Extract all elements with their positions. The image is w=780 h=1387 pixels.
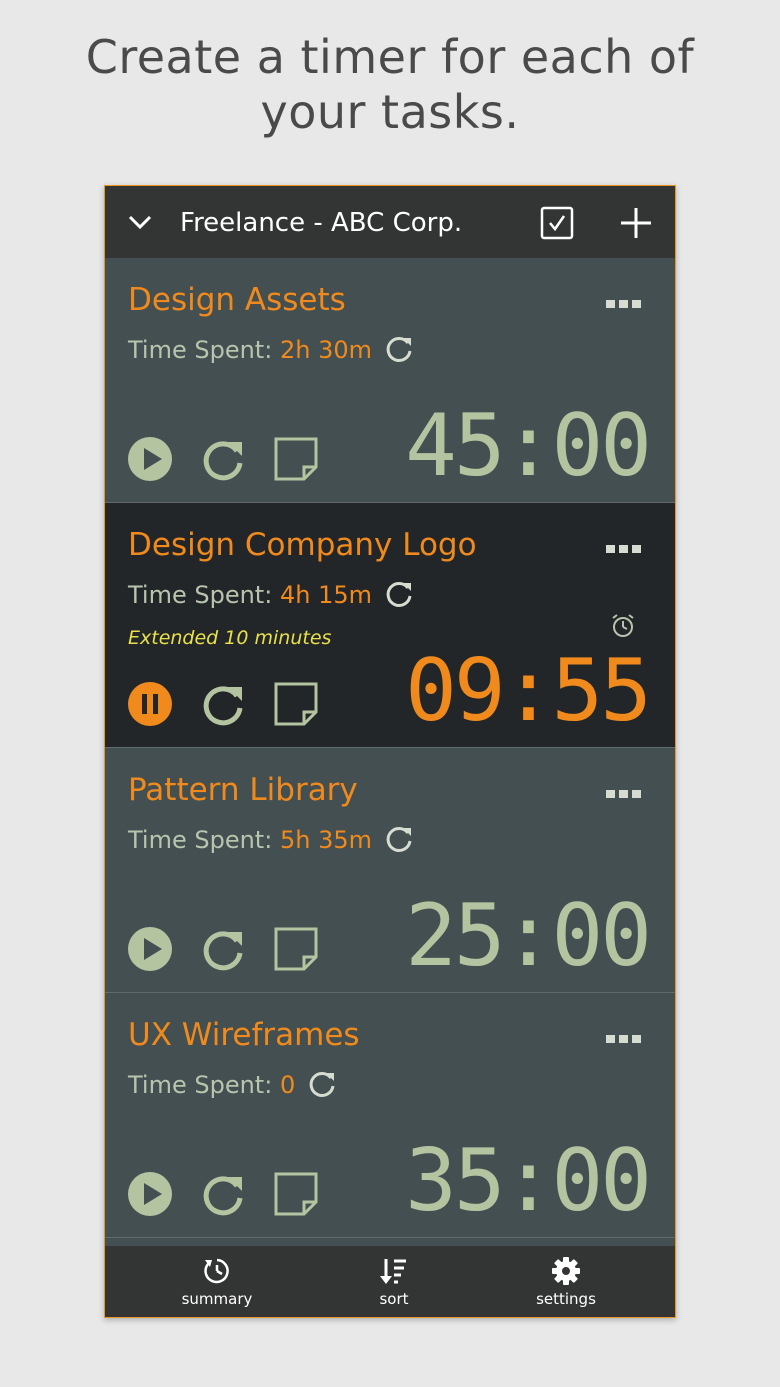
alarm-clock-icon [612,614,634,637]
note-icon[interactable] [273,681,319,727]
top-bar: Freelance - ABC Corp. [105,186,675,258]
time-spent: Time Spent: 4h 15m [128,579,414,611]
timer-display: 35:00 [405,1131,652,1231]
task-card[interactable]: Design Assets Time Spent: 2h 30m 45:00 [105,258,675,503]
restart-icon[interactable] [200,681,246,727]
note-icon[interactable] [273,926,319,972]
note-icon[interactable] [273,1171,319,1217]
nav-summary-label: summary [181,1290,253,1308]
time-spent: Time Spent: 0 [128,1069,337,1101]
project-title[interactable]: Freelance - ABC Corp. [180,206,462,240]
nav-sort-label: sort [379,1290,409,1308]
play-icon[interactable] [127,1171,173,1217]
restart-icon[interactable] [200,436,246,482]
timer-display: 09:55 [405,641,652,741]
note-icon[interactable] [273,436,319,482]
headline: Create a timer for each of your tasks. [0,30,780,140]
nav-sort[interactable]: sort [334,1256,454,1308]
time-spent-label: Time Spent: [128,1071,273,1099]
nav-summary[interactable]: summary [157,1256,277,1308]
task-name[interactable]: UX Wireframes [128,1015,360,1055]
reset-time-icon[interactable] [307,1069,337,1099]
more-icon[interactable] [604,543,644,555]
task-name[interactable]: Pattern Library [128,770,358,810]
clock-icon [204,1258,229,1284]
app-screen: Freelance - ABC Corp. Design Assets Time… [104,185,676,1318]
task-name[interactable]: Design Assets [128,280,346,320]
nav-settings[interactable]: settings [506,1256,626,1308]
task-card[interactable]: UX Wireframes Time Spent: 0 35:00 [105,993,675,1238]
checkbox-icon[interactable] [540,206,574,240]
time-spent-value: 4h 15m [279,581,372,609]
nav-settings-label: settings [536,1290,596,1308]
bottom-nav: summary sort settings [105,1246,675,1317]
time-spent-value: 0 [279,1071,296,1099]
reset-time-icon[interactable] [384,824,414,854]
restart-icon[interactable] [200,926,246,972]
more-icon[interactable] [604,788,644,800]
plus-icon[interactable] [619,206,653,240]
time-spent: Time Spent: 5h 35m [128,824,414,856]
play-icon[interactable] [127,926,173,972]
more-icon[interactable] [604,298,644,310]
time-spent: Time Spent: 2h 30m [128,334,414,366]
sort-icon [380,1259,406,1284]
play-icon[interactable] [127,436,173,482]
task-card-active[interactable]: Design Company Logo Time Spent: 4h 15m E… [105,503,675,748]
time-spent-value: 5h 35m [279,826,372,854]
chevron-down-icon[interactable] [127,210,153,234]
time-spent-value: 2h 30m [279,336,372,364]
time-spent-label: Time Spent: [128,826,273,854]
timer-display: 25:00 [405,886,652,986]
gear-icon [552,1257,580,1285]
extended-note: Extended 10 minutes [128,627,332,649]
task-name[interactable]: Design Company Logo [128,525,477,565]
restart-icon[interactable] [200,1171,246,1217]
pause-icon[interactable] [127,681,173,727]
timer-display: 45:00 [405,396,652,496]
headline-line-2: your tasks. [260,85,520,139]
headline-line-1: Create a timer for each of [85,30,695,84]
reset-time-icon[interactable] [384,579,414,609]
reset-time-icon[interactable] [384,334,414,364]
time-spent-label: Time Spent: [128,581,273,609]
more-icon[interactable] [604,1033,644,1045]
task-card[interactable]: Pattern Library Time Spent: 5h 35m 25:00 [105,748,675,993]
time-spent-label: Time Spent: [128,336,273,364]
